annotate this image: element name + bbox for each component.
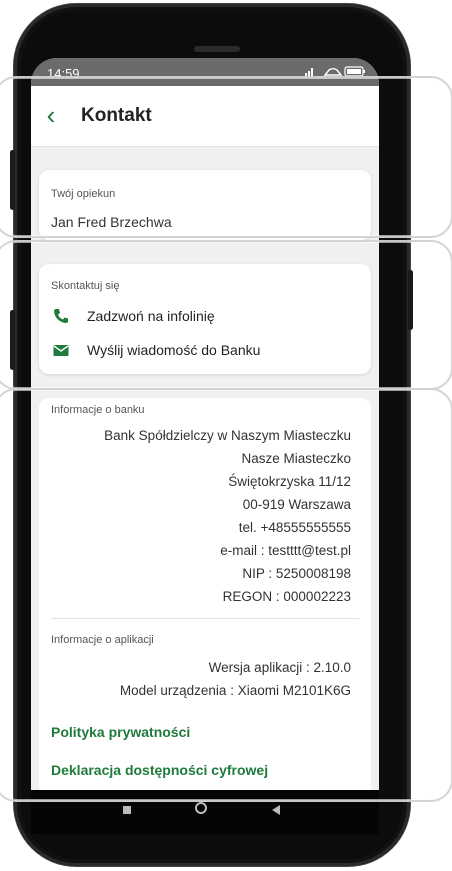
highlight-frame-header bbox=[0, 76, 452, 238]
home-circle-icon[interactable] bbox=[195, 802, 207, 814]
highlight-frame-contact bbox=[0, 240, 452, 390]
back-triangle-icon[interactable] bbox=[271, 804, 281, 816]
highlight-frame-info bbox=[0, 388, 452, 802]
speaker-grille bbox=[194, 46, 240, 52]
recents-square-icon[interactable] bbox=[123, 806, 131, 814]
